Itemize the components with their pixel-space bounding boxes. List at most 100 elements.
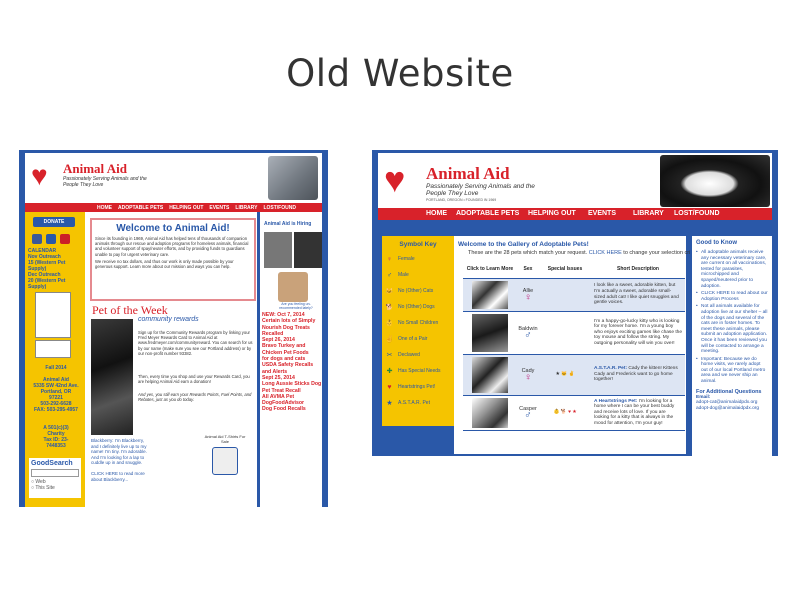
pet-photo[interactable] [472,397,508,428]
col-header-description: Short Description [591,261,685,279]
key-special-needs: ✚ Has Special Needs [386,368,441,375]
goodsearch-widget: GoodSearch ○ Web ○ This Site [29,458,81,498]
star-icon: ★ [386,400,393,407]
table-row[interactable]: Cady ♀ ★ 🐱 ✌ A.S.T.A.R. Pet: Cady the kit… [463,354,685,396]
key-no-children: 👶 No Small Children [385,320,439,327]
gallery-main: Welcome to the Gallery of Adoptable Pets… [454,236,703,454]
right-nav-events[interactable]: EVENTS [588,210,616,217]
video-thumbnail-1[interactable] [264,232,292,268]
col-header-special-issues: Special Issues [539,261,591,279]
blackberry-text[interactable]: Blackberry: I'm Blackberry, and I defini… [91,438,151,482]
tshirt-ad[interactable]: Animal Aid T-Shirts For Sale [202,434,248,486]
table-row[interactable]: Casper ♂ 👶 🐕 ♥ ★ A Heartstrings Pet: I'm … [463,395,685,431]
left-logo[interactable]: ♥ Animal Aid Passionately Serving Animal… [29,157,149,199]
symbol-key-title: Symbol Key [399,241,437,248]
no-cats-icon: 🐱 [385,288,394,295]
right-nav-adoptable-pets[interactable]: ADOPTABLE PETS [456,210,519,217]
right-nav-lost-found[interactable]: LOST/FOUND [674,210,720,217]
right-header: ♥ Animal Aid Passionately Serving Animal… [378,153,772,208]
twitter-icon[interactable] [46,234,56,244]
heart-logo-icon: ♥ [31,160,48,191]
pet-photo[interactable] [472,313,508,352]
heart-icon: ♥ [387,383,392,391]
right-site-screenshot: ♥ Animal Aid Passionately Serving Animal… [372,150,778,456]
male-icon: ♂ [524,409,532,421]
male-icon: ♂ [386,271,393,279]
pets-table: Click to Learn More Sex Special Issues S… [463,261,685,431]
fall-newsletter[interactable]: Fall 2014 [28,365,84,371]
news-list[interactable]: NEW: Oct 7, 2014 Certain lots of Simply … [262,312,322,413]
key-declawed: ✂ Declawed [386,352,420,359]
video-thumbnail-2[interactable] [294,232,322,268]
search-option-site[interactable]: ○ This Site [31,485,79,491]
male-icon: ♂ [524,329,532,341]
key-heartstrings: ♥ Heartstrings Pet! [385,382,435,392]
slide-title: Old Website [286,52,514,95]
hiring-link[interactable]: Animal Aid is Hiring [264,221,311,227]
tshirt-label: Animal Aid T-Shirts For Sale [204,434,246,444]
left-header: ♥ Animal Aid Passionately Serving Animal… [25,153,322,203]
left-nav-lost-found[interactable]: LOST/FOUND [263,205,296,211]
special-issues: ★ 🐱 ✌ [539,354,591,396]
female-icon: ♀ [524,291,532,303]
pet-photo[interactable] [472,356,508,393]
pet-description: I'm a happy-go-lucky kitty who is lookin… [591,311,685,355]
ad-text: Are you feeling un-recommended lately? [279,302,313,310]
left-nav-helping-out[interactable]: HELPING OUT [169,205,203,211]
left-logo-name: Animal Aid [63,161,127,176]
dog-ad-photo[interactable] [278,272,308,302]
special-issues: 👶 🐕 ♥ ★ [539,395,591,431]
welcome-box: Welcome to Animal Aid! Since its foundin… [90,218,256,301]
welcome-paragraph-1: Since its founding in 1969, Animal Aid h… [95,236,249,257]
email-dog-link[interactable]: adopt-dog@animalaidpdx.org [696,406,768,412]
key-male: ♂ Male [386,271,409,279]
table-row[interactable]: Allie ♀ I look like a sweet, adorable kit… [463,278,685,312]
right-logo-name: Animal Aid [426,164,510,183]
pet-photo[interactable] [472,280,508,309]
list-item: Important: Because we do home visits, we… [696,357,768,385]
pair-icon: ✌ [385,336,394,343]
left-sidebar: DONATE CALENDAR Nov Outreach 15 (Western… [25,212,85,507]
left-nav: HOME ADOPTABLE PETS HELPING OUT EVENTS L… [25,203,322,212]
right-nav-helping-out[interactable]: HELPING OUT [528,210,576,217]
adoption-process-link[interactable]: CLICK HERE to read about our Adoption Pr… [696,291,768,302]
newsletter-thumbnail[interactable] [35,292,71,338]
left-nav-adoptable-pets[interactable]: ADOPTABLE PETS [118,205,163,211]
facebook-icon[interactable] [32,234,42,244]
community-rewards-p3: And yes, you still earn your Rewards Poi… [138,392,252,403]
welcome-heading: Welcome to Animal Aid! [116,223,230,234]
female-icon: ♀ [386,255,393,263]
table-row[interactable]: Baldwin ♂ I'm a happy-go-lucky kitty who … [463,311,685,355]
pet-description: A.S.T.A.R. Pet: Cady the kitten! Kittens… [591,354,685,396]
left-main-content: Welcome to Animal Aid! Since its foundin… [85,212,257,507]
left-nav-home[interactable]: HOME [97,205,112,211]
questions-title: For Additional Questions [696,388,762,395]
left-nav-library[interactable]: LIBRARY [235,205,257,211]
pinterest-icon[interactable] [60,234,70,244]
gallery-intro: These are the 28 pets which match your r… [468,250,703,256]
right-nav: HOME ADOPTABLE PETS HELPING OUT EVENTS L… [378,208,772,220]
community-rewards-p2: Then, every time you shop and use your R… [138,374,250,385]
change-criteria-link[interactable]: CLICK HERE [589,250,622,256]
left-logo-tagline: Passionately Serving Animals and the Peo… [63,176,147,188]
community-rewards-p1: Sign up for the Community Rewards progra… [138,330,253,356]
goodsearch-input[interactable] [31,469,79,477]
special-needs-icon: ✚ [386,368,393,375]
heart-logo-icon: ♥ [384,159,406,200]
left-nav-events[interactable]: EVENTS [209,205,229,211]
right-nav-library[interactable]: LIBRARY [633,210,664,217]
dog-photo[interactable] [91,319,133,435]
pet-description: A Heartstrings Pet: I'm looking for a ho… [591,395,685,431]
right-nav-home[interactable]: HOME [426,210,447,217]
newsletter-thumbnail-2[interactable] [35,340,71,358]
right-logo[interactable]: ♥ Animal Aid Passionately Serving Animal… [382,159,542,203]
goodsearch-logo: GoodSearch [31,460,73,467]
good-to-know-list: All adoptable animals receive any necess… [696,250,768,385]
list-item: All adoptable animals receive any necess… [696,250,768,289]
cat-photo [268,156,318,200]
donate-button[interactable]: DONATE [33,217,75,227]
left-right-column: Animal Aid is Hiring Are you feeling un-… [257,212,322,507]
community-rewards-logo[interactable]: community rewards [138,316,199,323]
key-pair: ✌ One of a Pair [385,336,428,343]
special-issues [539,278,591,312]
